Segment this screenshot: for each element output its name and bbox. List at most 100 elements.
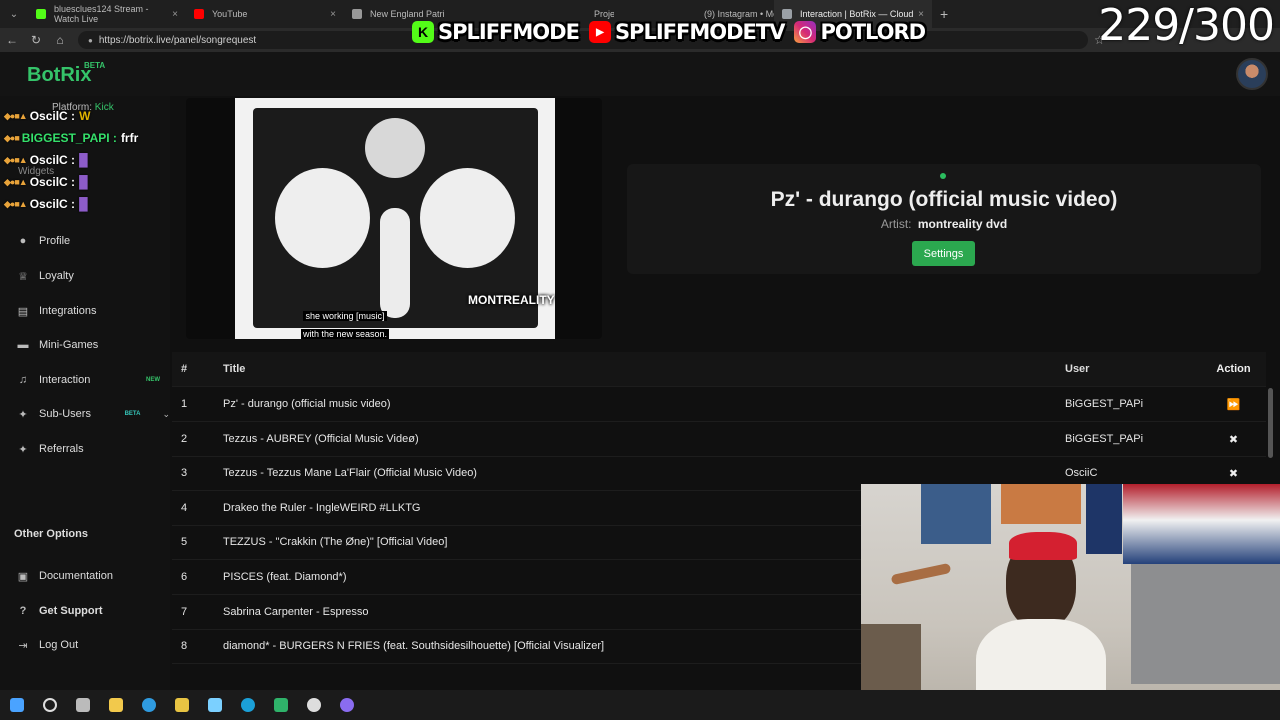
tab-kick[interactable]: bluesclues124 Stream - Watch Live × [28, 0, 186, 28]
chat-line: ◆●■▲ OscilC : █ [4, 151, 88, 169]
row-title: Tezzus - AUBREY (Official Music Videø) [223, 433, 419, 445]
home-icon[interactable]: ⌂ [48, 33, 72, 47]
settings-button[interactable]: Settings [912, 241, 975, 266]
reload-icon[interactable]: ↻ [24, 33, 48, 47]
instagram-handle: POTLORD [820, 20, 926, 44]
table-row: 2 Tezzus - AUBREY (Official Music Videø)… [172, 422, 1266, 457]
trash-icon[interactable]: ✖ [1201, 467, 1266, 480]
tab-search-chevron-icon[interactable]: ⌄ [0, 0, 28, 28]
row-user: BiGGEST_PAPi [1065, 433, 1144, 445]
column-header-action: Action [1216, 363, 1251, 375]
chat-line: ◆●■ BIGGEST_PAPI : frfr [4, 129, 138, 147]
caption-line: with the new season. [300, 329, 390, 339]
row-user: BiGGEST_PAPi [1065, 398, 1144, 410]
row-number: 7 [181, 606, 188, 618]
sidebar-item-label: Referrals [39, 443, 84, 455]
sidebar-item-label: Profile [39, 235, 71, 247]
chat-badges-icon: ◆●■▲ [4, 198, 28, 209]
stream-social-overlay: K SPLIFFMODE ▶ SPLIFFMODETV ◯ POTLORD [412, 10, 935, 54]
chat-user: OscilC : [29, 153, 76, 167]
new-tab-button[interactable]: + [932, 6, 956, 22]
sidebar-item-loyalty[interactable]: ♕ Loyalty [0, 259, 170, 293]
sidebar-item-sub-users[interactable]: ✦ Sub-Users BETA ⌄ [0, 397, 170, 431]
chat-message: █ [79, 153, 88, 167]
sidebar-item-get-support[interactable]: ? Get Support [0, 594, 170, 628]
gamepad-icon: ▬ [17, 339, 29, 351]
platform-value: Kick [94, 102, 114, 113]
chat-badges-icon: ◆●■▲ [4, 154, 28, 165]
video-player[interactable]: she working [music] with the new season.… [186, 98, 602, 339]
sidebar: Platform: Kick Widgets ◆●■▲ OscilC : W ◆… [0, 96, 170, 690]
beta-label: BETA [84, 61, 106, 70]
obs-icon[interactable] [297, 690, 330, 720]
artist-name: montreality dvd [917, 217, 1008, 231]
chat-line: ◆●■▲ OscilC : █ [4, 195, 88, 213]
row-number: 3 [181, 467, 188, 479]
chat-user: OscilC : [29, 175, 76, 189]
row-title: Tezzus - Tezzus Mane La'Flair (Official … [223, 467, 477, 479]
users-icon: ✦ [18, 408, 28, 421]
search-icon[interactable] [33, 690, 66, 720]
youtube-handle: SPLIFFMODETV [614, 20, 786, 44]
sidebar-item-interaction[interactable]: ♫ Interaction NEW [0, 363, 170, 397]
sidebar-item-log-out[interactable]: ⇥ Log Out [0, 628, 170, 662]
store-icon[interactable] [165, 690, 198, 720]
app-green-icon[interactable] [264, 690, 297, 720]
new-badge: NEW [146, 377, 160, 383]
instagram-icon: ◯ [794, 21, 817, 43]
edge-icon[interactable] [132, 690, 165, 720]
x-favicon-icon [352, 9, 362, 19]
webcam-overlay [861, 484, 1280, 720]
tab-close-icon[interactable]: × [172, 9, 178, 20]
brand-logo[interactable]: BotRix [27, 64, 91, 87]
document-icon: ▣ [17, 570, 29, 583]
kick-favicon-icon [36, 9, 46, 19]
section-heading-other-options: Other Options [14, 528, 88, 540]
beta-badge: BETA [124, 411, 141, 417]
sidebar-item-documentation[interactable]: ▣ Documentation [0, 559, 170, 593]
tab-close-icon[interactable]: × [330, 9, 336, 20]
row-number: 4 [181, 502, 188, 514]
sidebar-item-label: Sub-Users [39, 408, 91, 420]
file-explorer-icon[interactable] [99, 690, 132, 720]
music-icon: ♫ [18, 374, 28, 386]
row-number: 2 [181, 433, 188, 445]
goal-counter: 229/300 [1098, 0, 1275, 51]
scrollbar[interactable] [1268, 388, 1273, 458]
tab-youtube[interactable]: YouTube × [186, 0, 344, 28]
column-header-title: Title [223, 363, 246, 375]
chevron-down-icon[interactable]: ⌄ [162, 409, 170, 420]
now-playing-card: Pz' - durango (official music video) Art… [627, 164, 1261, 274]
table-row: 1 Pz' - durango (official music video) B… [172, 387, 1266, 422]
app-icon[interactable] [198, 690, 231, 720]
edge-icon-2[interactable] [231, 690, 264, 720]
avatar[interactable] [1236, 58, 1268, 90]
instagram-social: ◯ POTLORD [794, 20, 926, 44]
start-icon[interactable] [0, 690, 33, 720]
sidebar-item-label: Mini-Games [39, 339, 99, 351]
kick-social: K SPLIFFMODE [412, 20, 580, 44]
trophy-icon: ♕ [18, 270, 28, 283]
video-thumbnail: she working [music] with the new season.… [235, 98, 555, 339]
sidebar-item-integrations[interactable]: ▤ Integrations [0, 294, 170, 328]
chat-badges-icon: ◆●■▲ [4, 176, 28, 187]
sidebar-item-label: Interaction [39, 374, 91, 386]
video-watermark: MONTREALITY [468, 293, 555, 307]
referrals-icon: ✦ [18, 443, 28, 456]
sidebar-item-mini-games[interactable]: ▬ Mini-Games [0, 328, 170, 362]
sidebar-item-referrals[interactable]: ✦ Referrals [0, 432, 170, 466]
youtube-favicon-icon [194, 9, 204, 19]
windows-taskbar [0, 690, 1280, 720]
chat-line: ◆●■▲ OscilC : W [4, 107, 90, 125]
lock-icon: ● [88, 35, 93, 45]
list-icon: ▤ [17, 305, 29, 318]
sidebar-item-label: Get Support [39, 605, 103, 617]
sidebar-item-profile[interactable]: ● Profile [0, 224, 170, 258]
back-icon[interactable]: ← [0, 33, 24, 47]
app-purple-icon[interactable] [330, 690, 363, 720]
logout-icon: ⇥ [18, 639, 28, 652]
row-number: 1 [181, 398, 188, 410]
trash-icon[interactable]: ✖ [1201, 433, 1266, 446]
skip-icon[interactable]: ⏩ [1201, 398, 1266, 411]
task-view-icon[interactable] [66, 690, 99, 720]
